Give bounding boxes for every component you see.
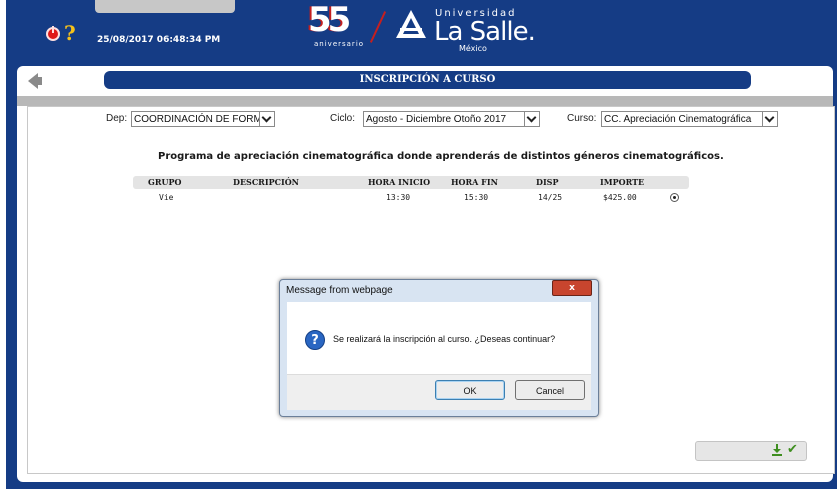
dialog-message: Se realizará la inscripción al curso. ¿D…: [333, 334, 556, 344]
cancel-button[interactable]: Cancel: [515, 380, 585, 400]
ciclo-label: Ciclo:: [330, 113, 356, 124]
check-icon[interactable]: ✔: [787, 442, 798, 457]
question-icon: ?: [305, 330, 325, 350]
back-arrow-icon[interactable]: [28, 73, 42, 89]
brand-country: México: [459, 44, 487, 53]
lasalle-star-icon: [396, 10, 426, 38]
cell-disp: 14/25: [538, 193, 563, 202]
select-radio[interactable]: [670, 193, 679, 202]
curso-select-value: CC. Apreciación Cinematográfica: [604, 114, 752, 125]
brand-name: La Salle.: [434, 17, 536, 47]
power-icon[interactable]: [46, 26, 60, 41]
dep-label: Dep:: [106, 113, 128, 124]
program-description: Programa de apreciación cinematográfica …: [158, 151, 724, 162]
col-descripcion: DESCRIPCIÓN: [233, 177, 299, 187]
anniversary-number: 55: [308, 0, 351, 40]
chevron-down-icon: [762, 112, 777, 126]
cell-hora-fin: 15:30: [464, 193, 489, 202]
chevron-down-icon: [259, 112, 274, 126]
datetime: 25/08/2017 06:48:34 PM: [97, 35, 221, 45]
curso-label: Curso:: [567, 113, 597, 124]
close-button[interactable]: x: [552, 280, 592, 296]
col-hora-inicio: HORA INICIO: [368, 177, 431, 187]
ok-button[interactable]: OK: [435, 380, 505, 400]
panel-band: [17, 96, 833, 106]
help-icon[interactable]: ?: [64, 21, 76, 45]
col-grupo: GRUPO: [148, 177, 182, 187]
cell-hora-inicio: 13:30: [386, 193, 411, 202]
ciclo-select[interactable]: Agosto - Diciembre Otoño 2017: [363, 111, 540, 127]
col-hora-fin: HORA FIN: [451, 177, 498, 187]
col-importe: IMPORTE: [600, 177, 645, 187]
cell-importe: $425.00: [603, 193, 637, 202]
download-icon[interactable]: [772, 444, 782, 456]
dialog-title: Message from webpage: [286, 285, 393, 296]
curso-select[interactable]: CC. Apreciación Cinematográfica: [601, 111, 778, 127]
page-title: INSCRIPCIÓN A CURSO: [104, 71, 751, 89]
ciclo-select-value: Agosto - Diciembre Otoño 2017: [366, 114, 507, 125]
dep-select[interactable]: COORDINACIÓN DE FORMACI: [131, 111, 275, 127]
top-tab: [95, 0, 235, 13]
dep-select-value: COORDINACIÓN DE FORMACI: [134, 114, 275, 125]
cell-grupo: Vie: [159, 193, 174, 202]
anniversary-subtext: aniversario: [314, 40, 365, 48]
anniversary-logo: 55: [300, 0, 370, 40]
chevron-down-icon: [524, 112, 539, 126]
col-disp: DISP: [536, 177, 559, 187]
